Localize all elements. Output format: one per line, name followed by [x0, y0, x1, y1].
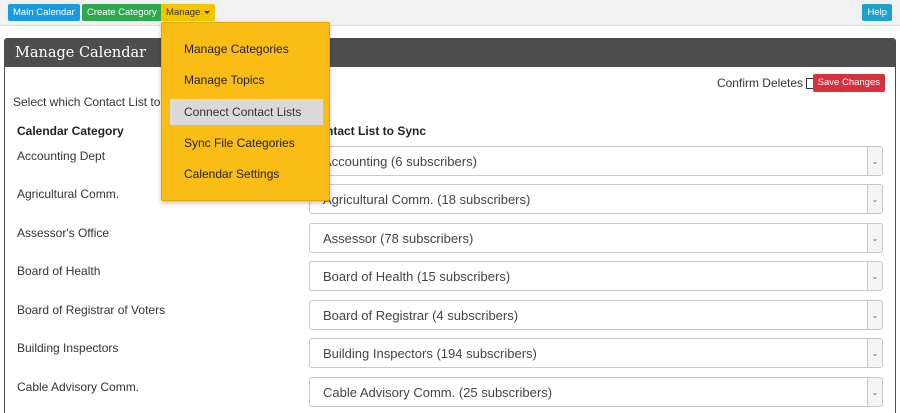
- help-button[interactable]: Help: [862, 4, 892, 21]
- contact-list-value: Cable Advisory Comm. (25 subscribers): [323, 385, 553, 400]
- top-toolbar: Main Calendar Create Category Manage Hel…: [0, 0, 900, 26]
- contact-list-value: Building Inspectors (194 subscribers): [323, 346, 537, 361]
- contact-list-value: Board of Health (15 subscribers): [323, 269, 511, 284]
- menu-item-calendar-settings[interactable]: Calendar Settings: [170, 161, 323, 187]
- chevron-down-icon: ⌄: [867, 378, 882, 406]
- confirm-deletes-option[interactable]: Confirm Deletes: [717, 76, 817, 90]
- contact-list-select[interactable]: Cable Advisory Comm. (25 subscribers) ⌄: [309, 377, 883, 407]
- contact-list-value: Assessor (78 subscribers): [323, 231, 474, 246]
- contact-list-select[interactable]: Building Inspectors (194 subscribers) ⌄: [309, 338, 883, 368]
- confirm-deletes-label: Confirm Deletes: [716, 76, 803, 90]
- category-label: Cable Advisory Comm.: [17, 380, 140, 394]
- category-label: Accounting Dept: [17, 149, 106, 163]
- contact-list-value: Agricultural Comm. (18 subscribers): [323, 192, 531, 207]
- column-header-contact-list: ntact List to Sync: [326, 124, 427, 138]
- contact-list-select[interactable]: Board of Health (15 subscribers) ⌄: [309, 261, 883, 291]
- save-changes-button[interactable]: Save Changes: [812, 74, 885, 92]
- manage-calendar-panel: Manage Calendar Confirm Deletes Save Cha…: [4, 38, 896, 413]
- menu-item-manage-topics[interactable]: Manage Topics: [170, 67, 323, 93]
- contact-list-value: Board of Registrar (4 subscribers): [323, 308, 519, 323]
- manage-dropdown-menu: Manage Categories Manage Topics Connect …: [161, 22, 330, 201]
- contact-list-select[interactable]: Board of Registrar (4 subscribers) ⌄: [309, 300, 883, 330]
- chevron-down-icon: ⌄: [867, 262, 882, 290]
- contact-list-value: Accounting (6 subscribers): [323, 154, 477, 169]
- category-label: Assessor's Office: [17, 226, 110, 240]
- chevron-down-icon: ⌄: [867, 301, 882, 329]
- contact-list-select[interactable]: Accounting (6 subscribers) ⌄: [309, 146, 883, 176]
- category-label: Board of Health: [17, 264, 101, 278]
- main-calendar-button[interactable]: Main Calendar: [8, 4, 80, 21]
- category-label: Agricultural Comm.: [17, 187, 120, 201]
- chevron-down-icon: ⌄: [867, 147, 882, 175]
- menu-item-sync-file-categories[interactable]: Sync File Categories: [170, 130, 323, 156]
- panel-title: Manage Calendar: [5, 39, 895, 67]
- caret-down-icon: [204, 10, 211, 14]
- category-label: Board of Registrar of Voters: [17, 303, 166, 317]
- instructions-text: Select which Contact List to: [13, 95, 161, 109]
- create-category-button[interactable]: Create Category: [82, 4, 162, 21]
- manage-button-label: Manage: [166, 7, 201, 18]
- chevron-down-icon: ⌄: [867, 339, 882, 367]
- menu-item-manage-categories[interactable]: Manage Categories: [170, 36, 323, 62]
- manage-menu-button[interactable]: Manage: [161, 4, 216, 21]
- chevron-down-icon: ⌄: [867, 185, 882, 213]
- category-label: Building Inspectors: [17, 341, 119, 355]
- menu-item-connect-contact-lists[interactable]: Connect Contact Lists: [170, 99, 323, 125]
- column-header-category: Calendar Category: [17, 124, 124, 138]
- contact-list-select[interactable]: Assessor (78 subscribers) ⌄: [309, 223, 883, 253]
- contact-list-select[interactable]: Agricultural Comm. (18 subscribers) ⌄: [309, 184, 883, 214]
- chevron-down-icon: ⌄: [867, 224, 882, 252]
